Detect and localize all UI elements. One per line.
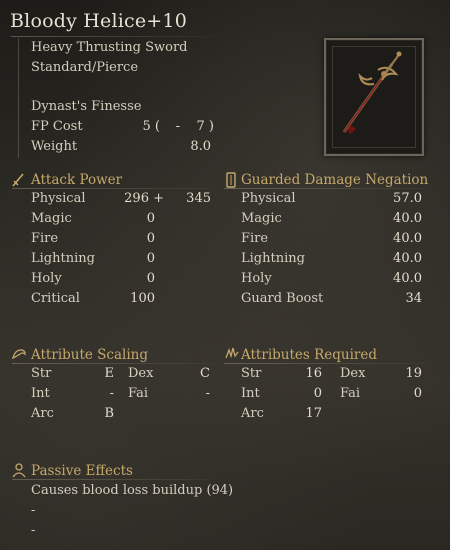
scaling-fai-label: Fai — [128, 386, 149, 401]
attack-row-value: 0 — [146, 231, 155, 246]
guard-row-value: 40.0 — [393, 271, 422, 286]
scaling-arm-icon — [11, 346, 27, 360]
weapon-class: Heavy Thrusting Sword — [31, 40, 188, 55]
attack-row-label: Magic — [31, 211, 72, 226]
scaling-dex-label: Dex — [128, 366, 154, 381]
attack-row-bonus: 345 — [186, 191, 211, 206]
scaling-fai-value: - — [205, 386, 210, 401]
required-dex-label: Dex — [340, 366, 366, 381]
required-dex-value: 19 — [405, 366, 422, 381]
required-str-label: Str — [241, 366, 262, 381]
passive-effect-icon — [11, 462, 27, 478]
required-fai-label: Fai — [340, 386, 361, 401]
requirement-hand-icon — [224, 346, 240, 360]
fp-cost-label: FP Cost — [31, 119, 83, 134]
attack-row-value: 0 — [146, 251, 155, 266]
sword-icon — [11, 172, 25, 188]
guard-row-value: 40.0 — [393, 231, 422, 246]
attack-row-value: 0 — [146, 271, 155, 286]
scaling-int-label: Int — [31, 386, 50, 401]
damage-type: Standard/Pierce — [31, 60, 139, 75]
scaling-arc-label: Arc — [31, 406, 54, 421]
passive-heading: Passive Effects — [31, 463, 133, 479]
scaling-int-value: - — [109, 386, 114, 401]
required-arc-label: Arc — [241, 406, 264, 421]
required-int-value: 0 — [313, 386, 322, 401]
required-str-value: 16 — [305, 366, 322, 381]
weapon-image-frame — [324, 38, 424, 156]
attack-row-value: 100 — [130, 291, 155, 306]
attack-row-value: 296 + — [124, 191, 164, 206]
required-heading: Attributes Required — [241, 347, 377, 363]
guard-row-value: 57.0 — [393, 191, 422, 206]
scaling-arc-value: B — [104, 406, 114, 421]
scaling-str-value: E — [104, 366, 115, 381]
guard-row-label: Holy — [241, 271, 272, 286]
shield-icon — [225, 172, 237, 188]
guard-heading: Guarded Damage Negation — [241, 172, 429, 188]
guard-row-label: Fire — [241, 231, 269, 246]
title-divider — [11, 36, 231, 37]
attack-row-value: 0 — [146, 211, 155, 226]
guard-row-value: 40.0 — [393, 211, 422, 226]
weapon-skill: Dynast's Finesse — [31, 99, 142, 114]
required-arc-value: 17 — [305, 406, 322, 421]
passive-effect-3: - — [31, 523, 36, 538]
fp-cost-dash: - — [175, 119, 180, 134]
weight-value: 8.0 — [190, 139, 211, 154]
scaling-str-label: Str — [31, 366, 52, 381]
guard-row-label: Magic — [241, 211, 282, 226]
guard-row-value: 34 — [405, 291, 422, 306]
passive-effect-2: - — [31, 503, 36, 518]
weapon-name: Bloody Helice+10 — [10, 10, 188, 32]
required-fai-value: 0 — [413, 386, 422, 401]
attack-row-label: Critical — [31, 291, 80, 306]
required-int-label: Int — [241, 386, 260, 401]
scaling-dex-value: C — [200, 366, 210, 381]
passive-divider — [12, 479, 212, 480]
attack-row-label: Fire — [31, 231, 59, 246]
scaling-heading: Attribute Scaling — [31, 347, 149, 363]
attack-row-label: Holy — [31, 271, 62, 286]
attack-row-label: Lightning — [31, 251, 95, 266]
attack-power-heading: Attack Power — [31, 172, 123, 188]
guard-row-value: 40.0 — [393, 251, 422, 266]
weight-label: Weight — [31, 139, 78, 154]
guard-row-label: Physical — [241, 191, 296, 206]
helice-sword-icon — [342, 51, 402, 134]
passive-effect-1: Causes blood loss buildup (94) — [31, 483, 234, 498]
fp-cost-value-1: 5 ( — [142, 119, 160, 134]
fp-cost-value-2: 7 ) — [196, 119, 214, 134]
attack-row-label: Physical — [31, 191, 86, 206]
info-divider — [18, 38, 19, 158]
guard-row-label: Lightning — [241, 251, 305, 266]
guard-row-label: Guard Boost — [241, 291, 324, 306]
